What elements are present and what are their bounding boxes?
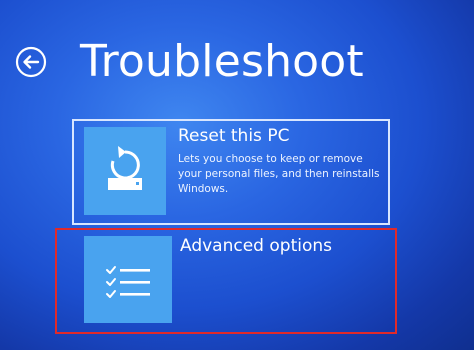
advanced-options-tile: [84, 236, 172, 323]
option-description-reset: Lets you choose to keep or remove your p…: [178, 153, 380, 195]
back-arrow-icon: [15, 46, 47, 78]
checklist-icon: [106, 266, 150, 298]
reset-pc-tile: [84, 127, 166, 215]
page-title: Troubleshoot: [80, 36, 364, 87]
reset-pc-icon: [108, 146, 142, 190]
advanced-options-option[interactable]: Advanced options: [55, 228, 397, 334]
back-button[interactable]: [15, 46, 47, 78]
option-title-reset: Reset this PC: [178, 126, 290, 146]
option-title-advanced: Advanced options: [180, 236, 332, 256]
reset-this-pc-option[interactable]: Reset this PC Lets you choose to keep or…: [72, 119, 390, 225]
